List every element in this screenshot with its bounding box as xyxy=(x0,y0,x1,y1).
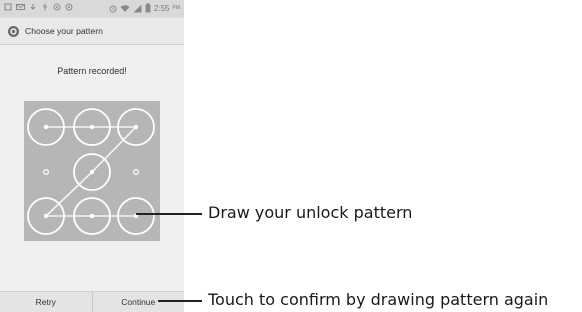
pattern-dot-6[interactable] xyxy=(132,168,139,175)
app-bar: Choose your pattern xyxy=(0,18,184,45)
download-icon xyxy=(29,3,37,11)
settings-icon xyxy=(6,24,20,38)
status-time-suffix: PM xyxy=(172,5,181,11)
status-right-icons: 2:55 PM xyxy=(109,3,180,13)
pattern-dot-4[interactable] xyxy=(43,168,50,175)
wifi-icon xyxy=(120,4,130,13)
status-bar: 2:55 PM xyxy=(0,0,184,18)
signal-icon xyxy=(133,4,142,13)
status-left-icons xyxy=(4,3,73,11)
continue-button[interactable]: Continue xyxy=(93,292,185,312)
phone-screen: 2:55 PM Choose your pattern Pattern reco… xyxy=(0,0,184,312)
notification-icon xyxy=(4,3,12,11)
sync-icon xyxy=(65,3,73,11)
page-title: Choose your pattern xyxy=(25,26,103,36)
usb-icon xyxy=(41,3,49,11)
bottom-button-bar: Retry Continue xyxy=(0,291,184,312)
pattern-status-message: Pattern recorded! xyxy=(57,66,127,76)
pattern-dot-5[interactable] xyxy=(73,153,111,191)
retry-button[interactable]: Retry xyxy=(0,292,92,312)
pattern-pad[interactable] xyxy=(24,101,160,241)
pattern-grid[interactable] xyxy=(24,101,160,241)
alarm-icon xyxy=(109,4,117,13)
callout-confirm: Touch to confirm by drawing pattern agai… xyxy=(208,290,549,309)
battery-icon xyxy=(145,3,151,13)
callout-line-pattern xyxy=(136,213,202,215)
callout-draw-pattern: Draw your unlock pattern xyxy=(208,203,413,222)
callout-line-continue xyxy=(158,300,202,302)
sync-icon xyxy=(53,3,61,11)
mail-icon xyxy=(16,3,25,11)
status-time: 2:55 xyxy=(153,3,170,13)
